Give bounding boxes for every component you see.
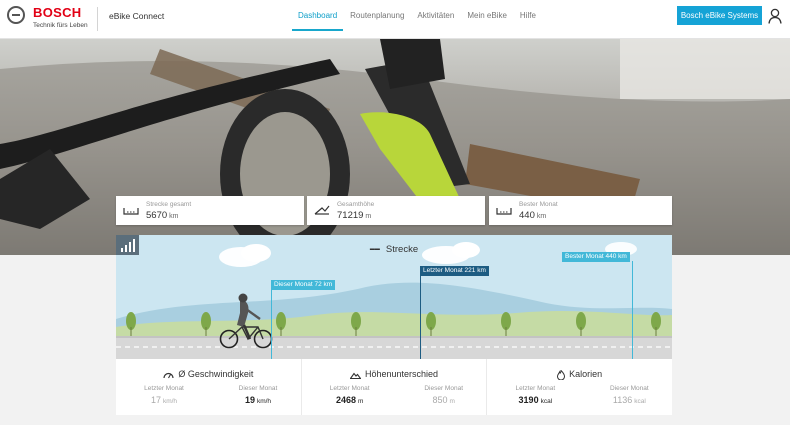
main-nav: Dashboard Routenplanung Aktivitäten Mein… bbox=[292, 0, 543, 39]
metric-elevation-diff: Höhenunterschied Letzter Monat 2468 m Die… bbox=[300, 359, 487, 415]
bosch-logo-icon[interactable] bbox=[7, 6, 25, 24]
flame-icon bbox=[557, 369, 566, 380]
stat-value: 440 km bbox=[519, 210, 547, 221]
metric-title: Kalorien bbox=[487, 369, 672, 380]
speedometer-icon bbox=[163, 372, 174, 378]
distance-icon bbox=[123, 208, 139, 215]
metric-last-month: Letzter Monat 17 km/h bbox=[144, 385, 184, 405]
route-icon: ▬▬ bbox=[369, 246, 380, 253]
metric-title: Höhenunterschied bbox=[302, 369, 487, 379]
bosch-ebike-systems-button[interactable]: Bosch eBike Systems bbox=[677, 6, 762, 25]
metric-this-month: Dieser Monat 19 km/h bbox=[238, 385, 278, 405]
distance-scene: ▬▬ Strecke Dieser Monat 72 km Letzter Mon… bbox=[116, 235, 672, 359]
nav-aktivitaeten[interactable]: Aktivitäten bbox=[411, 0, 460, 31]
brand-name[interactable]: BOSCH bbox=[33, 5, 81, 20]
elevation-icon bbox=[314, 205, 330, 215]
metric-calories: Kalorien Letzter Monat 3190 kcal Dieser M… bbox=[486, 359, 672, 415]
distance-icon bbox=[496, 208, 512, 215]
metric-title: Ø Geschwindigkeit bbox=[116, 369, 301, 379]
metric-last-month: Letzter Monat 2468 m bbox=[329, 385, 370, 405]
best-month-flag: Bester Monat 440 km bbox=[562, 252, 630, 262]
nav-mein-ebike[interactable]: Mein eBike bbox=[461, 0, 513, 31]
best-month-marker bbox=[632, 261, 633, 359]
stat-value: 5670 km bbox=[146, 210, 179, 221]
nav-hilfe[interactable]: Hilfe bbox=[514, 0, 542, 31]
stat-label: Bester Monat bbox=[519, 201, 558, 208]
nav-routenplanung[interactable]: Routenplanung bbox=[344, 0, 410, 31]
last-month-marker bbox=[420, 274, 421, 359]
last-month-flag: Letzter Monat 221 km bbox=[420, 266, 489, 276]
metric-this-month: Dieser Monat 850 m bbox=[424, 385, 463, 405]
this-month-flag: Dieser Monat 72 km bbox=[271, 280, 336, 290]
stat-label: Gesamthöhe bbox=[337, 201, 375, 208]
stat-total-elevation: Gesamthöhe 71219 m bbox=[307, 196, 485, 225]
this-month-marker bbox=[271, 288, 272, 359]
stat-best-month: Bester Monat 440 km bbox=[489, 196, 672, 225]
header-divider bbox=[97, 7, 98, 31]
app-name[interactable]: eBike Connect bbox=[109, 11, 164, 21]
metrics-row: Ø Geschwindigkeit Letzter Monat 17 km/h D… bbox=[116, 359, 672, 415]
metric-speed: Ø Geschwindigkeit Letzter Monat 17 km/h D… bbox=[116, 359, 301, 415]
brand-tagline: Technik fürs Leben bbox=[33, 22, 88, 29]
panel-title-text: Strecke bbox=[385, 244, 419, 255]
top-header: BOSCH Technik fürs Leben eBike Connect D… bbox=[0, 0, 790, 39]
mountain-icon bbox=[349, 372, 361, 379]
metric-last-month: Letzter Monat 3190 kcal bbox=[515, 385, 556, 405]
stat-value: 71219 m bbox=[337, 210, 372, 221]
user-icon[interactable] bbox=[768, 8, 782, 24]
stat-total-distance: Strecke gesamt 5670 km bbox=[116, 196, 304, 225]
stat-label: Strecke gesamt bbox=[146, 201, 192, 208]
distance-panel: ▬▬ Strecke Dieser Monat 72 km Letzter Mon… bbox=[116, 235, 672, 415]
metric-this-month: Dieser Monat 1136 kcal bbox=[610, 385, 649, 405]
nav-dashboard[interactable]: Dashboard bbox=[292, 0, 344, 31]
